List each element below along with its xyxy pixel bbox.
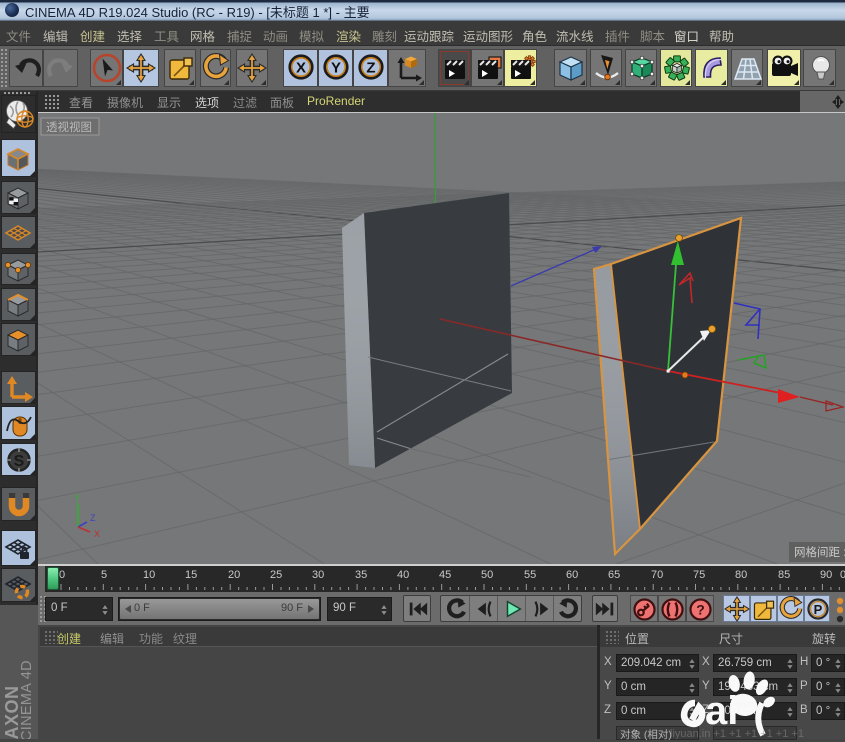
svg-text:网格间距 :: 网格间距 : <box>794 545 845 559</box>
svg-text:Z: Z <box>366 60 375 77</box>
svg-text:Y: Y <box>331 60 341 77</box>
svg-text:X: X <box>94 529 100 539</box>
svg-text:P: P <box>814 602 823 617</box>
svg-text:Y: Y <box>74 493 80 503</box>
svg-text:ai: ai <box>705 689 738 733</box>
svg-text:S: S <box>14 453 25 470</box>
svg-text:liyuan.in +1 +1 +1 +1 +1 +1: liyuan.in +1 +1 +1 +1 +1 +1 <box>670 728 804 739</box>
svg-text:?: ? <box>696 602 705 618</box>
svg-text:X: X <box>296 60 306 77</box>
svg-text:Z: Z <box>90 513 96 523</box>
svg-text:透视视图: 透视视图 <box>46 120 92 134</box>
